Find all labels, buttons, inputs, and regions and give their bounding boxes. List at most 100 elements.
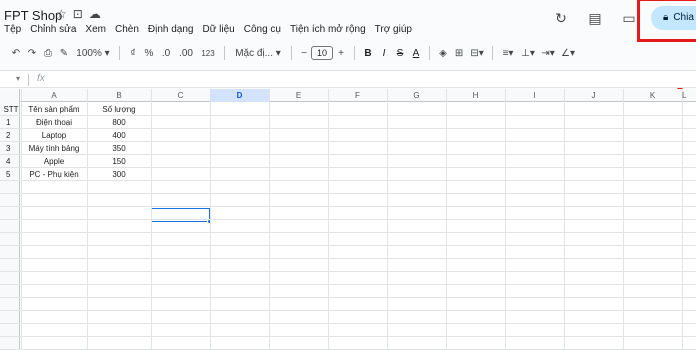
name-box-dropdown-icon[interactable]: ▾ bbox=[16, 74, 20, 83]
row-gridline bbox=[0, 271, 696, 272]
redo-icon[interactable]: ↷ bbox=[24, 48, 40, 59]
zoom-select[interactable]: 100% ▾ bbox=[72, 48, 114, 59]
percent-format-button[interactable]: % bbox=[141, 48, 157, 59]
toolbar: ↶ ↷ ⎙ ✎ 100% ▾ ₫ % .0 .00 123 Mặc đị... … bbox=[0, 41, 696, 65]
divider bbox=[224, 46, 225, 60]
column-header-g[interactable]: G bbox=[387, 89, 446, 102]
table-cell[interactable]: 3 bbox=[1, 142, 21, 155]
row-gridline bbox=[0, 245, 696, 246]
menu-help[interactable]: Trợ giúp bbox=[375, 24, 412, 35]
column-header-l[interactable]: L bbox=[682, 89, 686, 102]
column-gridline bbox=[269, 89, 270, 350]
text-wrap-icon[interactable]: ⇥▾ bbox=[538, 48, 558, 59]
column-gridline bbox=[328, 89, 329, 350]
font-size-decrease-button[interactable]: − bbox=[297, 48, 311, 59]
column-header-k[interactable]: K bbox=[623, 89, 682, 102]
increase-decimal-button[interactable]: .00 bbox=[175, 48, 197, 59]
vertical-align-icon[interactable]: ⊥▾ bbox=[518, 48, 538, 59]
horizontal-align-icon[interactable]: ≡▾ bbox=[498, 48, 518, 59]
column-gridline bbox=[446, 89, 447, 350]
table-header-cell[interactable]: Tên sản phẩm bbox=[21, 103, 87, 116]
column-gridline bbox=[505, 89, 506, 350]
column-header-e[interactable]: E bbox=[269, 89, 328, 102]
paint-format-icon[interactable]: ✎ bbox=[56, 48, 72, 59]
title-icons: ☆ ⊡ ☁ bbox=[56, 7, 101, 21]
row-gridline bbox=[0, 206, 696, 207]
document-title[interactable]: FPT Shop bbox=[4, 8, 62, 23]
table-cell[interactable]: 350 bbox=[87, 142, 151, 155]
row-gridline bbox=[0, 297, 696, 298]
column-header-d[interactable]: D bbox=[210, 89, 269, 102]
divider bbox=[28, 74, 29, 86]
top-bar: FPT Shop ☆ ⊡ ☁ Tệp Chỉnh sửa Xem Chèn Đị… bbox=[0, 0, 696, 42]
table-cell[interactable]: Apple bbox=[21, 155, 87, 168]
video-call-icon[interactable]: ▭ bbox=[620, 10, 638, 27]
menu-bar: Tệp Chỉnh sửa Xem Chèn Định dạng Dữ liệu… bbox=[4, 24, 412, 35]
borders-icon[interactable]: ⊞ bbox=[451, 48, 467, 59]
fill-color-icon[interactable]: ◈ bbox=[435, 48, 451, 59]
column-gridline bbox=[623, 89, 624, 350]
table-cell[interactable]: Laptop bbox=[21, 129, 87, 142]
divider bbox=[119, 46, 120, 60]
column-header-b[interactable]: B bbox=[87, 89, 151, 102]
menu-format[interactable]: Định dạng bbox=[148, 24, 194, 35]
menu-tools[interactable]: Công cụ bbox=[244, 24, 281, 35]
table-cell[interactable]: PC - Phụ kiện bbox=[21, 168, 87, 181]
merge-cells-icon[interactable]: ⊟▾ bbox=[467, 48, 487, 59]
row-gridline bbox=[0, 232, 696, 233]
text-color-button[interactable]: A bbox=[408, 48, 424, 59]
table-cell[interactable]: Máy tính bảng bbox=[21, 142, 87, 155]
fx-label: fx bbox=[37, 73, 45, 84]
spreadsheet-grid[interactable]: A B C D E F G H I J K L STT Tên sản phẩm Số lượng 1 Điện… bbox=[0, 89, 696, 350]
bold-button[interactable]: B bbox=[360, 48, 376, 59]
table-cell[interactable]: 5 bbox=[1, 168, 21, 181]
annotation-highlight-box bbox=[637, 0, 696, 42]
column-header-j[interactable]: J bbox=[564, 89, 623, 102]
column-header-i[interactable]: I bbox=[505, 89, 564, 102]
table-cell[interactable]: 150 bbox=[87, 155, 151, 168]
strikethrough-button[interactable]: S bbox=[392, 48, 408, 59]
formula-bar: ▾ fx bbox=[0, 70, 696, 88]
decrease-decimal-button[interactable]: .0 bbox=[157, 48, 175, 59]
table-cell[interactable]: 1 bbox=[1, 116, 21, 129]
table-cell[interactable]: 800 bbox=[87, 116, 151, 129]
table-header-cell[interactable]: STT bbox=[1, 103, 21, 116]
table-cell[interactable]: Điện thoại bbox=[21, 116, 87, 129]
column-gridline bbox=[564, 89, 565, 350]
menu-extensions[interactable]: Tiện ích mở rộng bbox=[290, 24, 366, 35]
currency-format-button[interactable]: ₫ bbox=[125, 48, 141, 59]
comment-icon[interactable]: ▤ bbox=[586, 10, 604, 27]
star-icon[interactable]: ☆ bbox=[56, 7, 67, 21]
menu-view[interactable]: Xem bbox=[85, 24, 106, 35]
row-gridline bbox=[0, 336, 696, 337]
header-actions: ↻ ▤ ▭ bbox=[552, 10, 638, 27]
menu-edit[interactable]: Chỉnh sửa bbox=[30, 24, 76, 35]
column-header-h[interactable]: H bbox=[446, 89, 505, 102]
column-header-a[interactable]: A bbox=[21, 89, 87, 102]
print-icon[interactable]: ⎙ bbox=[40, 48, 56, 59]
table-cell[interactable]: 300 bbox=[87, 168, 151, 181]
column-header-c[interactable]: C bbox=[151, 89, 210, 102]
table-header-cell[interactable]: Số lượng bbox=[87, 103, 151, 116]
table-cell[interactable]: 2 bbox=[1, 129, 21, 142]
table-cell[interactable]: 400 bbox=[87, 129, 151, 142]
divider bbox=[291, 46, 292, 60]
font-size-increase-button[interactable]: + bbox=[333, 48, 349, 59]
table-cell[interactable]: 4 bbox=[1, 155, 21, 168]
move-folder-icon[interactable]: ⊡ bbox=[73, 7, 83, 21]
history-icon[interactable]: ↻ bbox=[552, 10, 570, 27]
italic-button[interactable]: I bbox=[376, 48, 392, 59]
row-gridline bbox=[0, 193, 696, 194]
text-rotation-icon[interactable]: ∠▾ bbox=[558, 48, 578, 59]
menu-file[interactable]: Tệp bbox=[4, 24, 21, 35]
column-header-f[interactable]: F bbox=[328, 89, 387, 102]
cloud-status-icon[interactable]: ☁ bbox=[89, 7, 101, 21]
menu-insert[interactable]: Chèn bbox=[115, 24, 139, 35]
column-gridline bbox=[210, 89, 211, 350]
font-select[interactable]: Mặc đị... ▾ bbox=[230, 48, 286, 59]
more-formats-button[interactable]: 123 bbox=[197, 49, 219, 58]
font-size-input[interactable]: 10 bbox=[311, 46, 334, 60]
undo-icon[interactable]: ↶ bbox=[8, 48, 24, 59]
column-gridline bbox=[682, 89, 683, 350]
menu-data[interactable]: Dữ liệu bbox=[202, 24, 234, 35]
